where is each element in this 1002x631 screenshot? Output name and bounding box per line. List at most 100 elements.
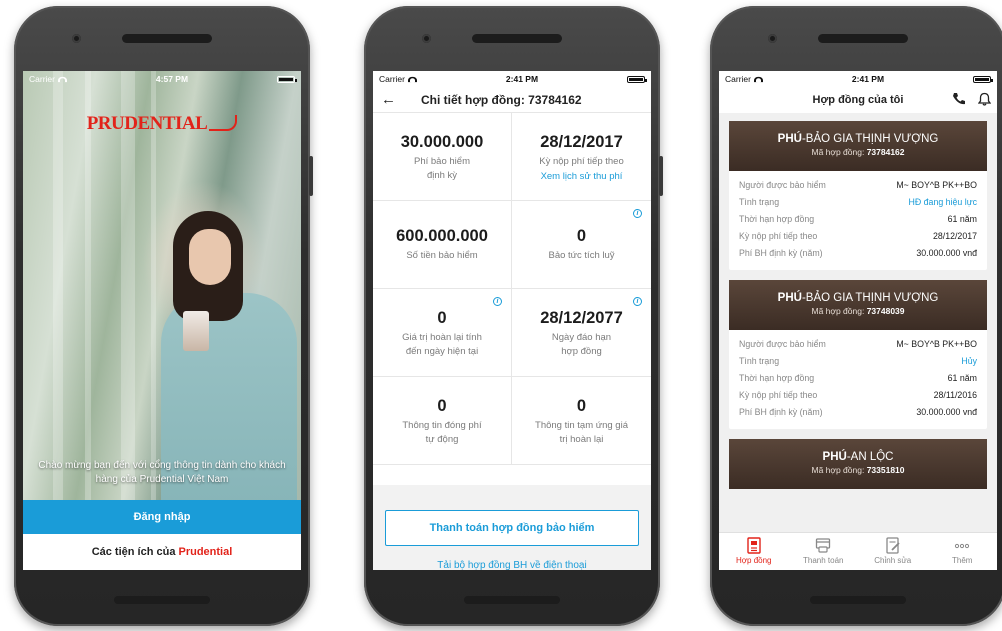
contract-card[interactable]: PHÚ-AN LỘC Mã hợp đồng: 73351810 xyxy=(729,439,987,489)
cell-label: Thông tin tạm ứng giá trị hoàn lại xyxy=(535,420,628,445)
home-bar xyxy=(810,596,906,604)
row-key: Thời hạn hợp đồng xyxy=(739,373,815,383)
cell-label: Phí bảo hiểm định kỳ xyxy=(414,156,470,181)
accumulated-bonus-cell[interactable]: i 0 Bảo tức tích luỹ xyxy=(512,201,651,289)
card-details: Người được bảo hiểm M~ BOY^B PK++BO Tình … xyxy=(729,171,987,270)
row-key: Phí BH định kỳ (năm) xyxy=(739,407,823,417)
phone-icon[interactable] xyxy=(952,92,966,106)
tab-label: Thêm xyxy=(952,556,973,565)
page-title: Hợp đồng của tôi xyxy=(812,94,904,106)
status-bar: Carrier 4:57 PM xyxy=(23,71,301,87)
product-name: -BẢO GIA THỊNH VƯỢNG xyxy=(801,292,939,304)
contract-detail-screen: Carrier 2:41 PM ← Chi tiết hợp đồng: 737… xyxy=(373,71,651,570)
info-icon[interactable]: i xyxy=(633,297,642,306)
home-bar xyxy=(464,596,560,604)
status-bar: Carrier 2:41 PM xyxy=(373,71,651,87)
row-key: Tình trạng xyxy=(739,197,780,207)
row-key: Kỳ nộp phí tiếp theo xyxy=(739,231,818,241)
cell-label: Kỳ nộp phí tiếp theo xyxy=(539,156,624,167)
status-time: 2:41 PM xyxy=(505,74,539,84)
carrier-label: Carrier xyxy=(725,74,751,84)
wifi-icon xyxy=(57,76,67,82)
phone-frame-contract-detail: Carrier 2:41 PM ← Chi tiết hợp đồng: 737… xyxy=(364,6,663,626)
speaker-grille xyxy=(818,34,908,43)
row-value: 30.000.000 vnđ xyxy=(916,248,977,258)
row-value: 61 năm xyxy=(947,214,977,224)
cell-value: 28/12/2017 xyxy=(540,133,623,151)
phone-frame-login: Carrier 4:57 PM PRUDENTIAL Chào mừng bạn… xyxy=(14,6,313,626)
cell-label: Giá trị hoàn lại tính đến ngày hiện tại xyxy=(402,332,482,357)
tab-more[interactable]: Thêm xyxy=(928,533,998,570)
tab-label: Hợp đồng xyxy=(736,556,772,565)
contract-card[interactable]: PHÚ-BẢO GIA THỊNH VƯỢNG Mã hợp đồng: 737… xyxy=(729,121,987,270)
product-name-bold: PHÚ xyxy=(777,133,802,145)
carrier-label: Carrier xyxy=(379,74,405,84)
edit-document-icon xyxy=(886,537,900,554)
tab-payment[interactable]: Thanh toán xyxy=(789,533,859,570)
document-icon xyxy=(747,537,761,554)
contract-card[interactable]: PHÚ-BẢO GIA THỊNH VƯỢNG Mã hợp đồng: 737… xyxy=(729,280,987,429)
payment-icon xyxy=(816,538,831,553)
power-button xyxy=(659,156,663,196)
surrender-value-cell[interactable]: i 0 Giá trị hoàn lại tính đến ngày hiện … xyxy=(373,289,512,377)
policy-loan-cell[interactable]: 0 Thông tin tạm ứng giá trị hoàn lại xyxy=(512,377,651,465)
camera-icon xyxy=(72,34,81,43)
row-value: M~ BOY^B PK++BO xyxy=(896,339,977,349)
back-arrow-icon[interactable]: ← xyxy=(381,91,421,108)
wifi-icon xyxy=(407,76,417,82)
utilities-button[interactable]: Các tiện ích của Prudential xyxy=(23,534,301,570)
row-key: Phí BH định kỳ (năm) xyxy=(739,248,823,258)
camera-icon xyxy=(422,34,431,43)
phone-frame-my-contracts: Carrier 2:41 PM Hợp đồng của tôi PHÚ-BẢO… xyxy=(710,6,1002,626)
detail-footer: Thanh toán hợp đồng bảo hiểm Tải bộ hợp … xyxy=(373,485,651,570)
row-key: Người được bảo hiểm xyxy=(739,339,826,349)
tab-contracts[interactable]: Hợp đồng xyxy=(719,533,789,570)
cell-label: Bảo tức tích luỹ xyxy=(548,250,615,261)
info-icon[interactable]: i xyxy=(493,297,502,306)
row-value: M~ BOY^B PK++BO xyxy=(896,180,977,190)
info-icon[interactable]: i xyxy=(633,209,642,218)
detail-header: ← Chi tiết hợp đồng: 73784162 xyxy=(373,87,651,113)
contracts-list: PHÚ-BẢO GIA THỊNH VƯỢNG Mã hợp đồng: 737… xyxy=(719,113,997,532)
contract-number-label: Mã hợp đồng: xyxy=(811,147,867,157)
battery-icon xyxy=(972,75,993,83)
welcome-message: Chào mừng bạn đến với cổng thông tin dàn… xyxy=(38,460,286,485)
card-header: PHÚ-AN LỘC Mã hợp đồng: 73351810 xyxy=(729,439,987,489)
speaker-grille xyxy=(472,34,562,43)
cell-value: 0 xyxy=(576,397,587,415)
status-value: HĐ đang hiệu lực xyxy=(908,197,977,207)
row-value: 61 năm xyxy=(947,373,977,383)
row-value: 28/12/2017 xyxy=(932,231,977,241)
hero-photo xyxy=(23,71,301,570)
maturity-date-cell[interactable]: i 28/12/2077 Ngày đáo hạn hợp đồng xyxy=(512,289,651,377)
contract-number: 73784162 xyxy=(866,147,905,157)
status-bar: Carrier 2:41 PM xyxy=(719,71,997,87)
cell-value: 30.000.000 xyxy=(400,133,484,151)
carrier-label: Carrier xyxy=(29,74,55,84)
cell-label: Ngày đáo hạn hợp đồng xyxy=(551,332,612,357)
product-name-bold: PHÚ xyxy=(777,292,802,304)
tab-edit[interactable]: Chỉnh sửa xyxy=(858,533,928,570)
contract-number: 73351810 xyxy=(866,465,905,475)
contract-summary-grid: 30.000.000 Phí bảo hiểm định kỳ 28/12/20… xyxy=(373,113,651,465)
cell-value: 0 xyxy=(576,227,587,245)
pay-contract-button[interactable]: Thanh toán hợp đồng bảo hiểm xyxy=(385,510,639,546)
auto-payment-cell[interactable]: 0 Thông tin đóng phí tự động xyxy=(373,377,512,465)
row-key: Thời hạn hợp đồng xyxy=(739,214,815,224)
my-contracts-screen: Carrier 2:41 PM Hợp đồng của tôi PHÚ-BẢO… xyxy=(719,71,997,570)
contract-number-label: Mã hợp đồng: xyxy=(811,306,867,316)
logo-text: PRUDENTIAL xyxy=(86,113,208,134)
product-name: -AN LỘC xyxy=(846,451,894,463)
cell-label: Số tiền bảo hiểm xyxy=(406,250,478,261)
status-value: Hủy xyxy=(961,356,977,366)
row-value: 28/11/2016 xyxy=(933,390,977,400)
battery-icon xyxy=(276,75,297,83)
cell-label: Thông tin đóng phí tự động xyxy=(402,420,482,445)
download-contract-link[interactable]: Tải bộ hợp đồng BH về điện thoại xyxy=(373,560,651,570)
payment-history-link[interactable]: Xem lịch sử thu phí xyxy=(512,171,651,182)
battery-icon xyxy=(626,75,647,83)
login-button[interactable]: Đăng nhập xyxy=(23,500,301,534)
cell-value: 28/12/2077 xyxy=(540,309,623,327)
row-key: Tình trạng xyxy=(739,356,780,366)
bell-icon[interactable] xyxy=(978,92,991,106)
